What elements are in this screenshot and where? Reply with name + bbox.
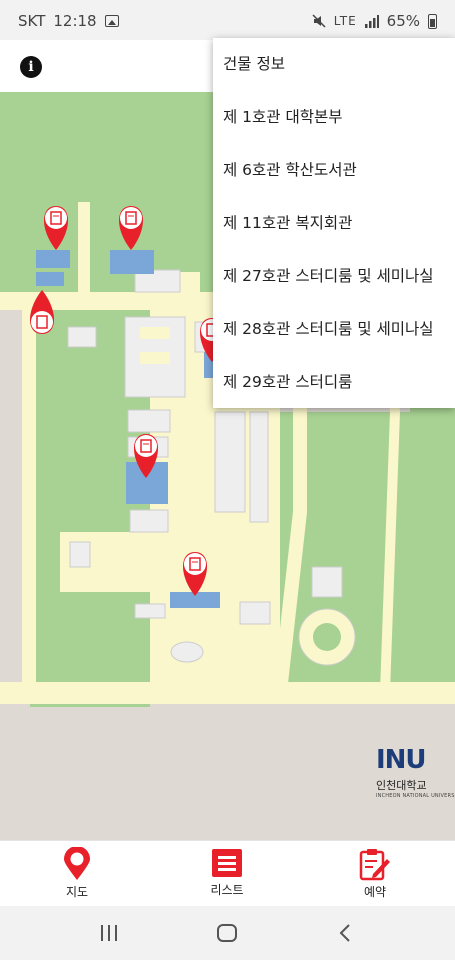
logo-name: 인천대학교 xyxy=(376,779,427,792)
battery-icon xyxy=(428,13,437,29)
nav-map-label: 지도 xyxy=(65,885,89,899)
carrier-label: SKT xyxy=(18,12,46,30)
battery-percent: 65% xyxy=(386,12,420,30)
dropdown-item-building-11[interactable]: 제 11호관 복지회관 xyxy=(213,197,455,250)
building-courtyard xyxy=(140,327,170,339)
map-pin-icon xyxy=(64,847,90,880)
nav-map[interactable]: 지도 xyxy=(27,847,127,900)
building xyxy=(170,641,204,663)
signal-icon xyxy=(364,14,379,28)
gallery-icon xyxy=(104,15,119,27)
status-bar: SKT 12:18 LTE 65% xyxy=(0,0,455,40)
system-navigation-bar xyxy=(0,906,455,960)
home-icon[interactable] xyxy=(217,924,237,942)
nav-reservation[interactable]: 예약 xyxy=(325,847,425,900)
building xyxy=(127,409,171,433)
building xyxy=(214,411,246,513)
grass-area-far-east xyxy=(410,392,455,682)
highlight-building[interactable] xyxy=(110,250,154,274)
nav-list[interactable]: 리스트 xyxy=(177,847,277,898)
dropdown-header-building-info[interactable]: 건물 정보 xyxy=(213,38,455,91)
clock: 12:18 xyxy=(53,12,97,30)
roundabout-center xyxy=(313,623,341,651)
building xyxy=(134,603,166,619)
list-icon xyxy=(212,849,242,877)
nav-reservation-label: 예약 xyxy=(363,885,387,899)
building xyxy=(129,509,169,533)
building-dropdown-menu: 건물 정보 제 1호관 대학본부 제 6호관 학산도서관 제 11호관 복지회관… xyxy=(213,38,455,408)
bottom-navigation: 지도 리스트 예약 xyxy=(0,840,455,906)
road-north-path xyxy=(78,202,90,302)
dropdown-item-building-1[interactable]: 제 1호관 대학본부 xyxy=(213,91,455,144)
building xyxy=(311,566,343,598)
dropdown-item-building-28[interactable]: 제 28호관 스터디룸 및 세미나실 xyxy=(213,303,455,356)
nav-list-label: 리스트 xyxy=(210,883,244,897)
road-west xyxy=(22,292,36,692)
dropdown-item-building-6[interactable]: 제 6호관 학산도서관 xyxy=(213,144,455,197)
dropdown-item-building-27[interactable]: 제 27호관 스터디룸 및 세미나실 xyxy=(213,250,455,303)
info-icon[interactable]: i xyxy=(20,56,42,78)
dropdown-item-building-29[interactable]: 제 29호관 스터디룸 xyxy=(213,356,455,409)
recent-apps-icon[interactable] xyxy=(100,924,118,942)
highlight-building[interactable] xyxy=(36,250,70,268)
lte-icon: LTE xyxy=(333,14,357,28)
building xyxy=(67,326,97,348)
building xyxy=(239,601,271,625)
reservation-icon xyxy=(359,849,390,881)
highlight-building[interactable] xyxy=(36,272,64,286)
building xyxy=(249,411,269,523)
mute-icon xyxy=(312,14,326,28)
building-courtyard xyxy=(140,352,170,364)
university-logo: INU 인천대학교 INCHEON NATIONAL UNIVERSITY xyxy=(376,745,455,799)
logo-mark: INU xyxy=(376,745,427,775)
logo-subtitle: INCHEON NATIONAL UNIVERSITY xyxy=(376,793,455,799)
back-icon[interactable] xyxy=(338,924,352,942)
building xyxy=(69,541,91,568)
